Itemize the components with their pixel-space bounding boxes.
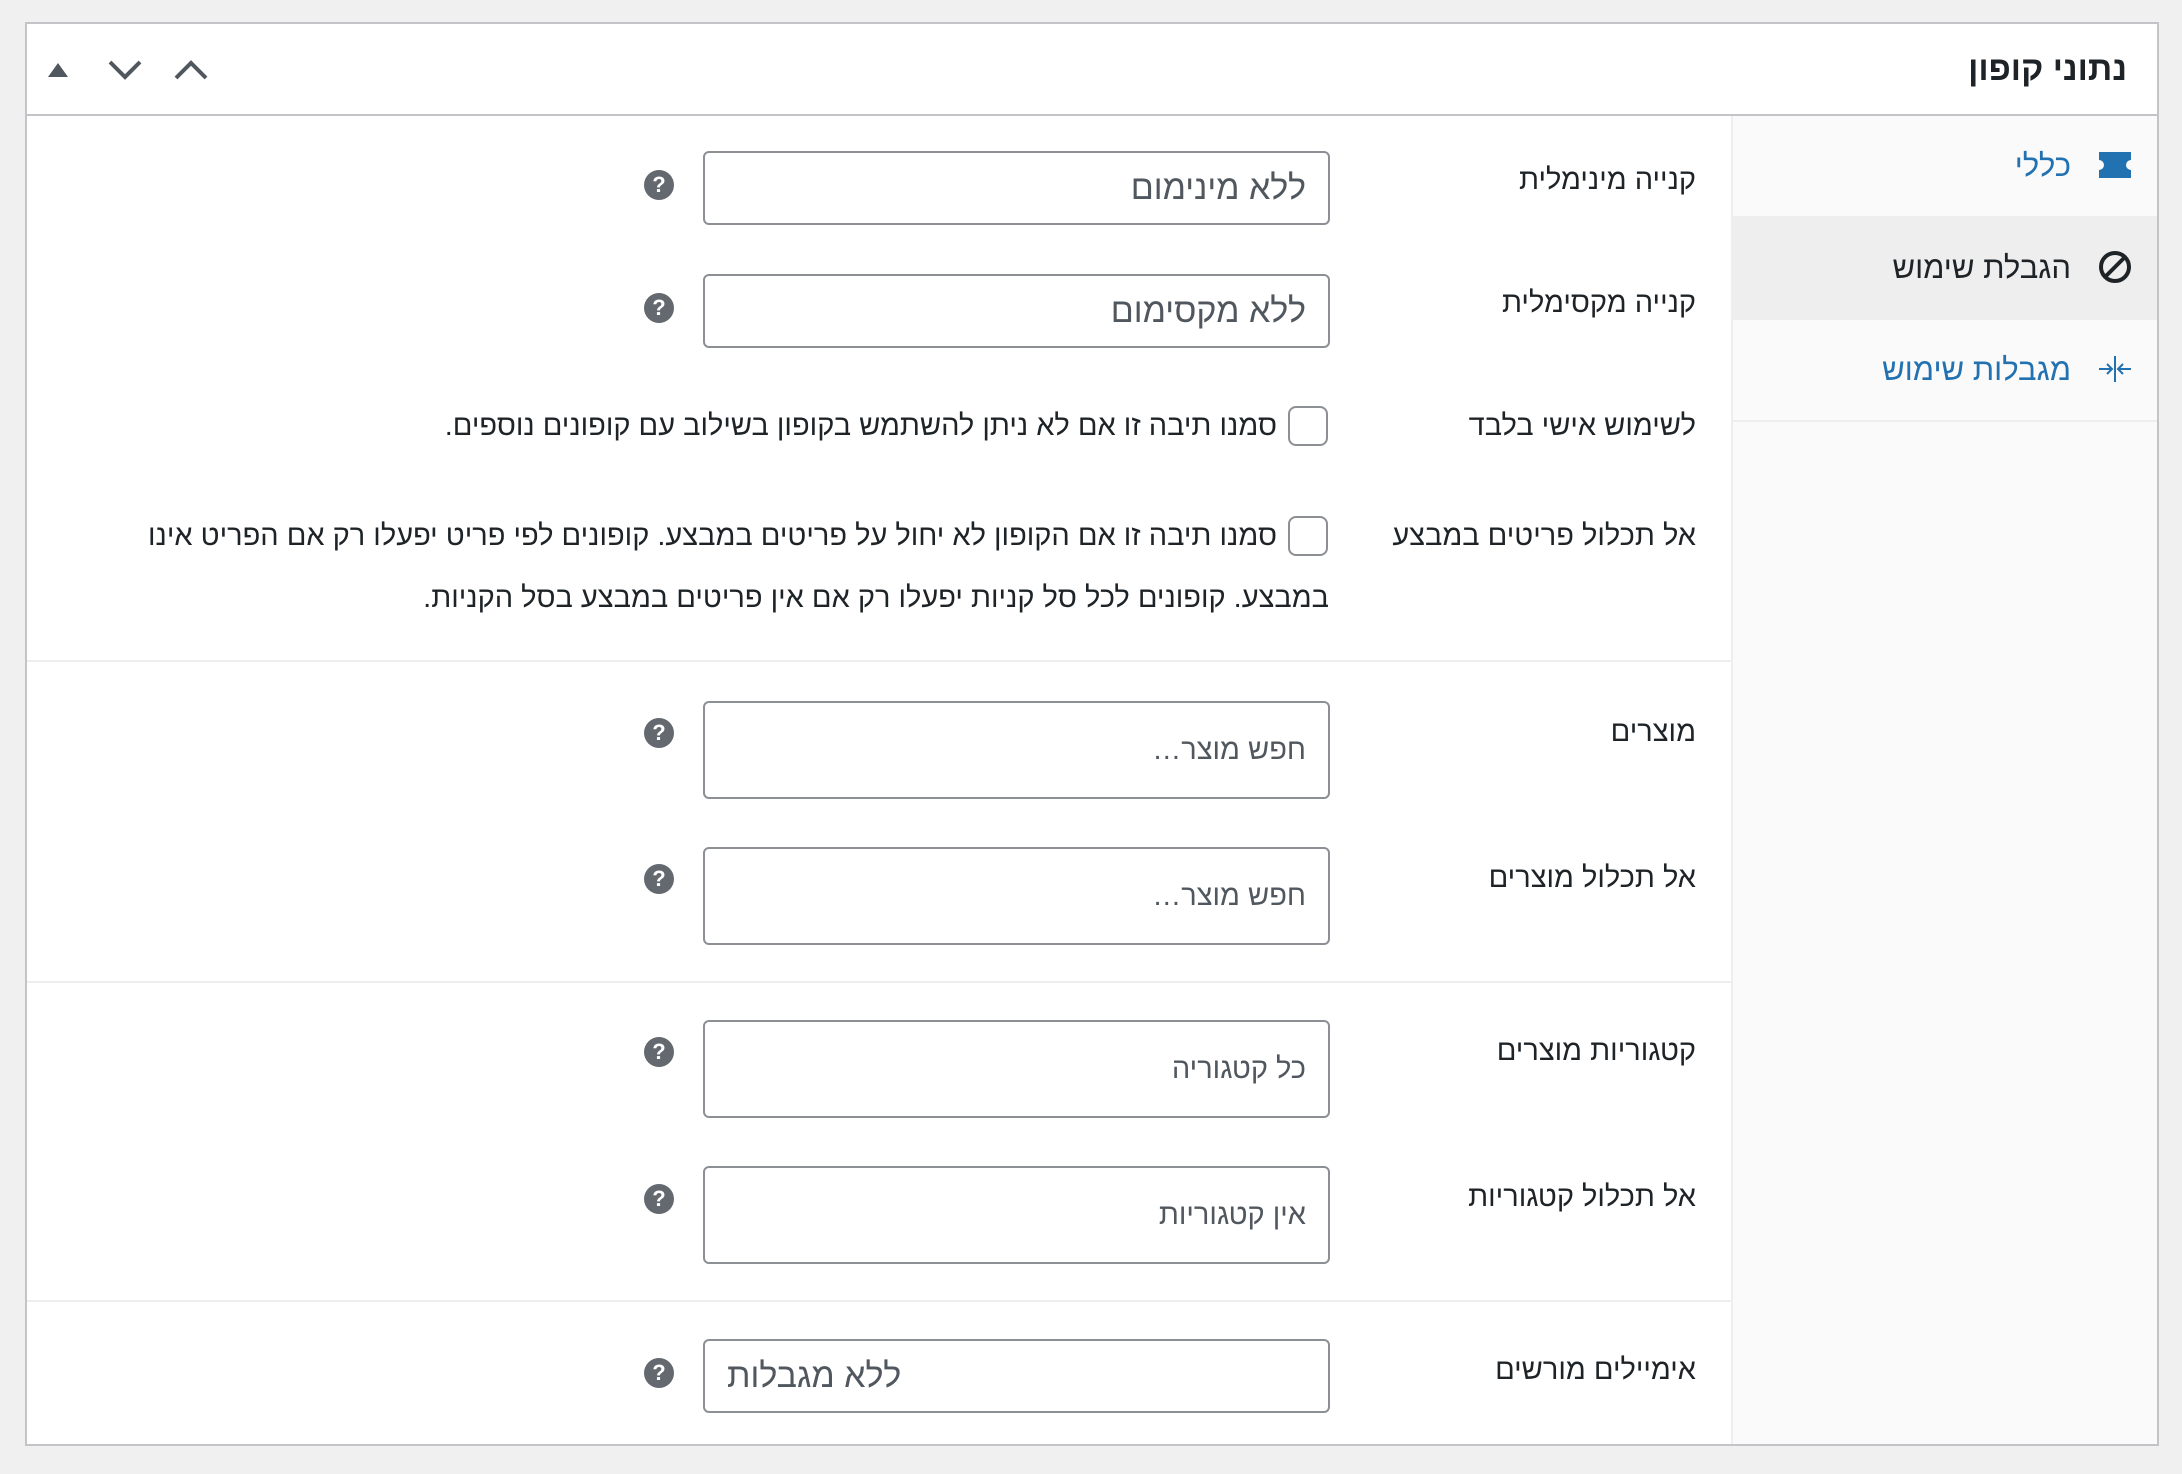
min-spend-label: קנייה מינימלית — [1518, 164, 1696, 196]
exclude-sale-description-line1: סמנו תיבה זו אם הקופון לא יחול על פריטים… — [148, 520, 1277, 552]
allowed-emails-input[interactable] — [703, 1339, 1330, 1413]
products-label: מוצרים — [1610, 716, 1696, 748]
individual-use-description: סמנו תיבה זו אם לא ניתן להשתמש בקופון בש… — [444, 410, 1277, 442]
min-spend-input[interactable] — [703, 151, 1330, 225]
individual-use-label: לשימוש אישי בלבד — [1468, 410, 1696, 442]
tab-usage-restriction-label: הגבלת שימוש — [1892, 250, 2071, 285]
allowed-emails-label: אימיילים מורשים — [1495, 1354, 1696, 1386]
exclude-sale-checkbox[interactable] — [1288, 516, 1328, 556]
section-divider — [27, 660, 1733, 662]
max-spend-label: קנייה מקסימלית — [1501, 287, 1696, 319]
tab-usage-limits[interactable]: מגבלות שימוש — [1733, 320, 2157, 422]
tab-usage-limits-label: מגבלות שימוש — [1882, 352, 2071, 387]
coupon-data-panel: נתוני קופון כללי הגבלת שימוש מגבלות שימו… — [25, 22, 2159, 1446]
min-spend-help-icon[interactable]: ? — [644, 170, 674, 200]
categories-select[interactable] — [703, 1020, 1330, 1118]
tab-usage-restriction[interactable]: הגבלת שימוש — [1733, 218, 2157, 320]
categories-help-icon[interactable]: ? — [644, 1037, 674, 1067]
exclude-sale-description-line2: במבצע. קופונים לכל סל קניות יפעלו רק אם … — [423, 582, 1329, 614]
prohibited-icon — [2095, 247, 2135, 287]
exclude-categories-label: אל תכלול קטגוריות — [1468, 1181, 1696, 1213]
chevron-up-icon — [174, 60, 208, 80]
tab-general[interactable]: כללי — [1733, 116, 2157, 218]
products-search-input[interactable] — [703, 701, 1330, 799]
exclude-products-help-icon[interactable]: ? — [644, 864, 674, 894]
panel-title: נתוני קופון — [1968, 50, 2127, 88]
section-divider — [27, 981, 1733, 983]
exclude-sale-label: אל תכלול פריטים במבצע — [1392, 520, 1696, 552]
chevron-down-icon — [108, 60, 142, 80]
coupon-tabs-sidebar: כללי הגבלת שימוש מגבלות שימוש — [1731, 116, 2157, 1444]
move-up-button[interactable] — [30, 42, 86, 98]
limits-arrows-icon — [2095, 349, 2135, 389]
max-spend-input[interactable] — [703, 274, 1330, 348]
toggle-panel-button[interactable] — [163, 42, 219, 98]
exclude-products-label: אל תכלול מוצרים — [1488, 862, 1696, 894]
max-spend-help-icon[interactable]: ? — [644, 293, 674, 323]
categories-label: קטגוריות מוצרים — [1496, 1035, 1696, 1067]
exclude-categories-help-icon[interactable]: ? — [644, 1184, 674, 1214]
products-help-icon[interactable]: ? — [644, 718, 674, 748]
exclude-categories-select[interactable] — [703, 1166, 1330, 1264]
section-divider — [27, 1300, 1733, 1302]
ticket-icon — [2095, 145, 2135, 185]
triangle-up-icon — [48, 63, 68, 77]
individual-use-checkbox[interactable] — [1288, 406, 1328, 446]
allowed-emails-help-icon[interactable]: ? — [644, 1358, 674, 1388]
move-down-button[interactable] — [97, 42, 153, 98]
tab-general-label: כללי — [2014, 148, 2071, 183]
panel-header: נתוני קופון — [27, 24, 2157, 116]
exclude-products-search-input[interactable] — [703, 847, 1330, 945]
